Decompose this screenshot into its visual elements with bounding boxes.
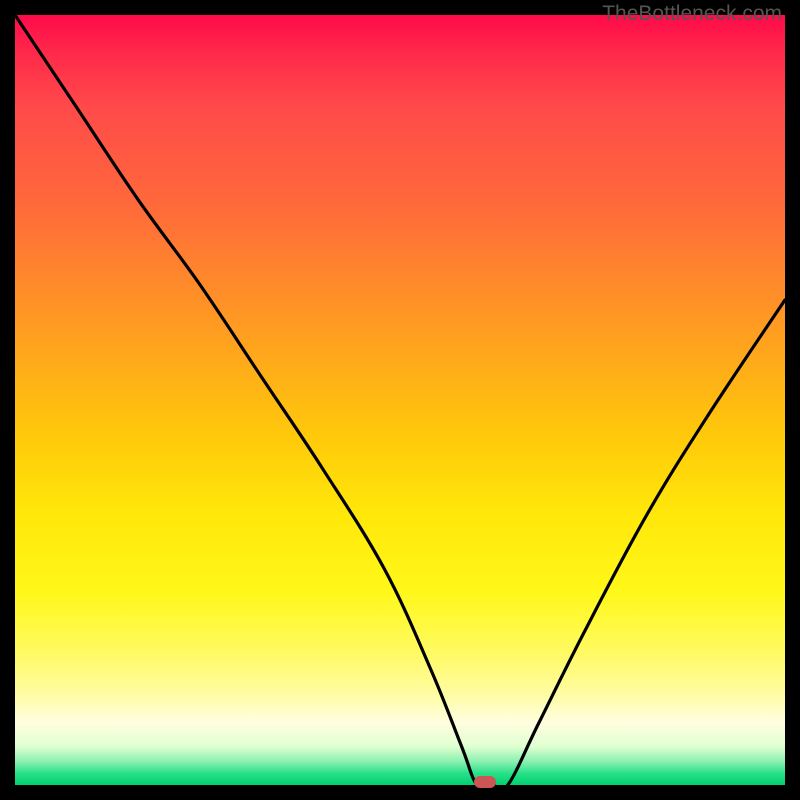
minimum-marker xyxy=(474,776,496,788)
chart-container: TheBottleneck.com xyxy=(0,0,800,800)
bottleneck-curve xyxy=(15,15,785,785)
plot-area xyxy=(15,15,785,785)
watermark-text: TheBottleneck.com xyxy=(602,2,782,26)
